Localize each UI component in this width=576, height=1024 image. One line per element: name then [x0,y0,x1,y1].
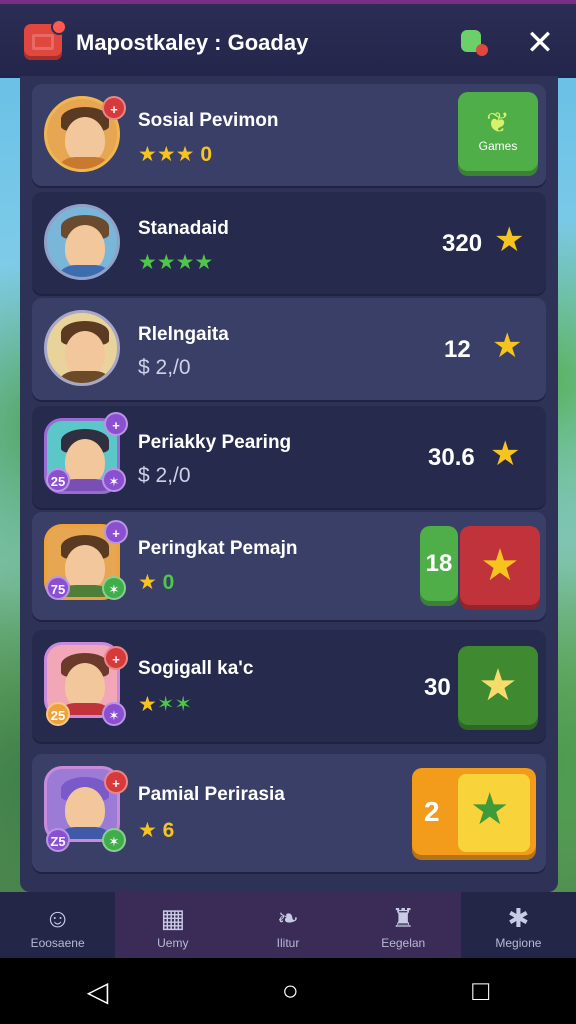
plus-icon[interactable]: + [104,646,128,670]
player-rating: ★★★★ [138,251,214,274]
home-icon[interactable]: ○ [282,975,299,1007]
star-icon: ★ [480,541,520,590]
leaf-icon: ❧ [277,903,299,933]
gear-icon: ✱ [507,903,530,933]
player-value: $ 2,/0 [138,356,191,379]
level-badge: 25 [46,468,70,492]
player-name: Periakky Pearing [138,432,292,453]
level-badge: 25 [46,702,70,726]
star-icon: ★ [490,435,521,473]
player-value: $ 2,/0 [138,464,191,487]
plus-icon[interactable]: + [104,412,128,436]
player-rating: ★★★ 0 [138,143,213,166]
nav-item-leaf[interactable]: ❧ Ilitur [230,892,346,958]
star-icon: ★ [478,661,518,710]
player-rating: ★ 6 [138,819,175,842]
nav-item-castle[interactable]: ♜ Eegelan [345,892,461,958]
app-logo-icon [24,19,67,60]
player-name: Sogigall ka'c [138,658,254,679]
star-icon: ★ [494,221,525,259]
recents-icon[interactable]: □ [472,975,489,1007]
star-icon: ★ [470,785,510,834]
bonus-badge: ✶ [102,468,126,492]
avatar-icon: ☺ [44,903,71,933]
list-item[interactable]: + 25 ✶ Periakky Pearing $ 2,/0 30.6 ★ [32,406,546,508]
leaderboard-panel: + Sosial Pevimon ★★★ 0 ❦ Games Stanadaid… [20,76,558,892]
level-badge: Z5 [46,828,70,852]
nav-item-settings[interactable]: ✱ Megione [461,892,576,958]
player-rating: ★ 0 [138,571,175,594]
list-item[interactable]: + 25 ✶ Sogigall ka'c ★✶✶ 30 ★ [32,630,546,742]
avatar [44,310,120,386]
top-bar: Mapostkaley : Goaday ✕ [0,0,576,78]
star-icon: ★ [492,327,523,365]
player-name: Peringkat Pemajn [138,538,298,559]
list-item[interactable]: Stanadaid ★★★★ 320 ★ [32,192,546,294]
list-item[interactable]: + Sosial Pevimon ★★★ 0 ❦ Games [32,84,546,186]
player-name: Stanadaid [138,218,229,239]
bonus-badge: ✶ [102,702,126,726]
player-name: Sosial Pevimon [138,110,279,131]
score-value: 30 [424,674,451,701]
system-nav-bar: ◁ ○ □ [0,958,576,1024]
score-value: 12 [444,336,471,363]
list-item[interactable]: + Z5 ✶ Pamial Perirasia ★ 6 2 ★ [32,754,546,872]
level-badge: 75 [46,576,70,600]
page-title: Mapostkaley : Goaday [76,30,309,55]
close-button[interactable]: ✕ [522,26,558,62]
favorite-button[interactable]: ★ [460,526,540,610]
plus-icon[interactable]: + [104,520,128,544]
plus-icon[interactable]: + [102,96,126,120]
bottom-nav: ☺ Eoosaene ▦ Uemy ❧ Ilitur ♜ Eegelan ✱ Megion… [0,892,576,958]
plus-icon[interactable]: + [104,770,128,794]
player-name: Rlelngaita [138,324,229,345]
reward-button[interactable]: ★ [458,646,538,730]
bonus-badge: ✶ [102,576,126,600]
frog-icon[interactable] [458,26,488,58]
nav-item-home[interactable]: ☺ Eoosaene [0,892,115,958]
score-value: 30.6 [428,444,475,471]
castle-icon: ♜ [391,903,415,933]
back-icon[interactable]: ◁ [87,975,109,1008]
score-tile[interactable]: 18 [420,526,458,606]
games-button[interactable]: ❦ Games [458,92,538,176]
bonus-badge: ✶ [102,828,126,852]
grid-icon: ▦ [160,903,186,933]
player-rating: ★✶✶ [138,693,193,716]
nav-item-menu[interactable]: ▦ Uemy [115,892,231,958]
avatar [44,204,120,280]
player-name: Pamial Perirasia [138,784,285,805]
list-item[interactable]: Rlelngaita $ 2,/0 12 ★ [32,298,546,400]
list-item[interactable]: + 75 ✶ Peringkat Pemajn ★ 0 18 ★ [32,512,546,620]
score-value: 320 [442,230,483,257]
claim-button[interactable]: 2 ★ [412,768,536,860]
leaf-icon: ❦ [486,107,510,138]
